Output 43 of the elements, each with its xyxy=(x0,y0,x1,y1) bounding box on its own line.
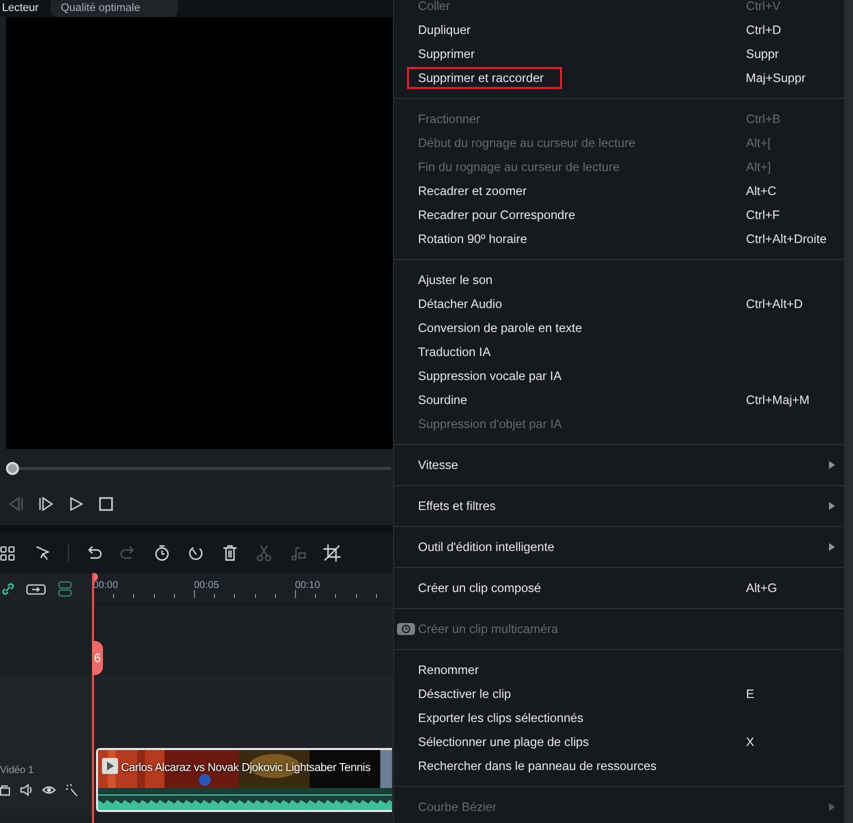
menu-item[interactable]: Sourdine Ctrl+Maj+M xyxy=(394,388,844,412)
menu-item[interactable]: Suppression vocale par IA xyxy=(394,364,844,388)
trash-icon[interactable] xyxy=(221,544,239,562)
video-clip[interactable]: Carlos Alcaraz vs Novak Djokovic Lightsaber Tennis xyxy=(96,748,392,812)
menu-item[interactable]: Dupliquer Ctrl+D xyxy=(394,18,844,42)
menu-item[interactable]: Recadrer pour Correspondre Ctrl+F xyxy=(394,203,844,227)
panel-title: Lecteur xyxy=(1,1,39,16)
menu-item[interactable]: Vitesse xyxy=(394,453,844,477)
clip-title: Carlos Alcaraz vs Novak Djokovic Lightsaber Tennis xyxy=(121,761,370,776)
quality-dropdown[interactable]: Qualité optimale xyxy=(50,0,178,17)
menu-item[interactable]: Effets et filtres xyxy=(394,494,844,518)
magic-wand-icon[interactable] xyxy=(65,783,79,797)
menu-item[interactable]: Désactiver le clip E xyxy=(394,682,844,706)
snap-icon[interactable] xyxy=(56,581,74,597)
link-icon[interactable] xyxy=(0,581,16,597)
menu-item[interactable]: Supprimer Suppr xyxy=(394,42,844,66)
speaker-icon[interactable] xyxy=(19,783,33,797)
menu-item[interactable]: Supprimer et raccorder Maj+Suppr xyxy=(394,66,844,90)
stop-icon[interactable] xyxy=(97,495,115,513)
time-label: 00:10 xyxy=(295,579,320,593)
timer-icon[interactable] xyxy=(153,544,171,562)
time-label: 00:00 xyxy=(93,579,118,593)
lock-icon[interactable] xyxy=(0,783,10,797)
menu-item[interactable]: Recadrer et zoomer Alt+C xyxy=(394,179,844,203)
playhead-tag: 6 xyxy=(92,641,103,675)
menu-item[interactable]: Conversion de parole en texte xyxy=(394,316,844,340)
next-frame-icon[interactable] xyxy=(37,495,55,513)
menu-item[interactable]: Sélectionner une plage de clips X xyxy=(394,730,844,754)
menu-item[interactable]: Ajuster le son xyxy=(394,268,844,292)
menu-item[interactable]: Exporter les clips sélectionnés xyxy=(394,706,844,730)
menu-item[interactable]: Outil d'édition intelligente xyxy=(394,535,844,559)
play-icon xyxy=(102,758,118,774)
pointer-icon[interactable] xyxy=(34,544,52,562)
menu-item[interactable]: Renommer xyxy=(394,658,844,682)
scrubber-handle[interactable] xyxy=(6,462,19,475)
crop-icon[interactable] xyxy=(323,544,341,562)
menu-item[interactable]: Traduction IA xyxy=(394,340,844,364)
time-label: 00:05 xyxy=(194,579,220,593)
track-name: Vidéo 1 xyxy=(0,764,34,778)
menu-item[interactable]: Créer un clip composé Alt+G xyxy=(394,576,844,600)
menu-item[interactable]: Rotation 90º horaire Ctrl+Alt+Droite xyxy=(394,227,844,251)
menu-item[interactable]: Détacher Audio Ctrl+Alt+D xyxy=(394,292,844,316)
menu-item[interactable]: Rechercher dans le panneau de ressources xyxy=(394,754,844,778)
